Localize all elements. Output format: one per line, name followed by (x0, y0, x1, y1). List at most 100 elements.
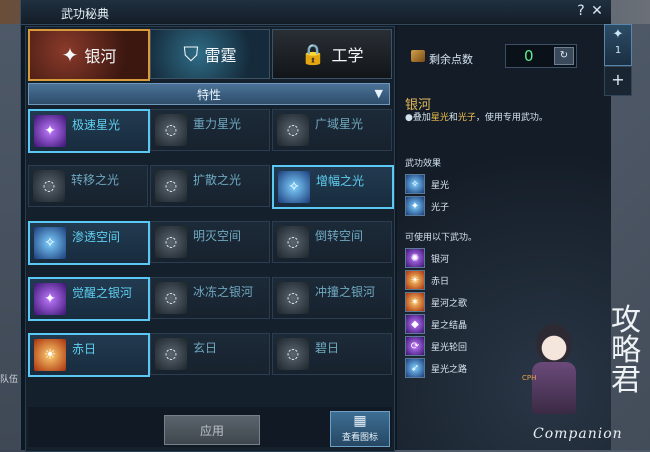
galaxy-icon: ✦ (612, 27, 624, 42)
tab-galaxy[interactable]: ✦ 银河 (28, 29, 150, 81)
skill-name: 广域星光 (315, 117, 364, 131)
mascot-watermark: CPH (518, 318, 604, 422)
desc-post: ，使用专用武功。 (475, 113, 548, 123)
tab-engineering[interactable]: 🔒 工学 (272, 29, 392, 79)
skill-card[interactable]: ◌ 扩散之光 (150, 165, 270, 207)
grid-icon: ▦ (353, 413, 367, 429)
grey-galaxy-icon: ◌ (277, 282, 309, 314)
window-title: 武功秘典 (61, 7, 110, 21)
side-tab-label: 1 (614, 45, 622, 56)
points-label: 剩余点数 (429, 53, 473, 66)
points-book-icon (411, 50, 425, 62)
skill-card[interactable]: ✧ 渗透空间 (28, 221, 150, 265)
usable-label: 星光轮回 (431, 342, 468, 353)
skill-name: 觉醒之银河 (72, 286, 133, 300)
galaxy-skill-icon: ✺ (405, 248, 425, 268)
tab-label: 银河 (84, 47, 117, 66)
purple-galaxy-icon: ✦ (34, 283, 66, 315)
grey-light-icon: ◌ (33, 170, 65, 202)
usable-item: ➶ 星光之路 (405, 358, 467, 378)
effect-label: 光子 (431, 202, 450, 213)
skill-name: 转移之光 (71, 173, 120, 187)
skill-card[interactable]: ◌ 重力星光 (150, 109, 270, 151)
title-bar: 武功秘典 ? ✕ (21, 0, 611, 25)
add-tab-button[interactable]: + (604, 66, 632, 96)
usable-title: 可使用以下武功。 (405, 233, 478, 243)
view-icon-label: 查看图标 (341, 433, 378, 443)
skill-card[interactable]: ◌ 玄日 (150, 333, 270, 375)
help-icon[interactable]: ? (573, 3, 589, 19)
skill-card[interactable]: ◌ 碧日 (272, 333, 392, 375)
photon-icon: ✦ (405, 196, 425, 216)
star-song-icon: ✶ (405, 292, 425, 312)
skill-card[interactable]: ◌ 明灭空间 (150, 221, 270, 263)
tab-label: 雷霆 (204, 46, 237, 65)
skill-card[interactable]: ◌ 转移之光 (28, 165, 148, 207)
skill-card[interactable]: ◌ 倒转空间 (272, 221, 392, 263)
trait-dropdown[interactable]: 特性 ▼ (28, 83, 390, 105)
game-left-strip (0, 24, 20, 450)
skill-name: 极速星光 (72, 118, 121, 132)
skill-panel: ✦ 银河 ⛉ 雷霆 🔒 工学 特性 ▼ ✦ 极速星光 ◌ 重力星光 ◌ 广域星光 ◌ 转移之光… (25, 26, 395, 452)
blue-space-icon: ✧ (34, 227, 66, 259)
skill-name: 碧日 (315, 341, 340, 355)
apply-button[interactable]: 应用 (164, 415, 260, 445)
close-icon[interactable]: ✕ (589, 3, 605, 19)
mascot-badge: CPH (522, 374, 537, 382)
desc-pre: ●叠加 (405, 113, 431, 123)
usable-item: ☀ 赤日 (405, 270, 449, 290)
usable-item: ✺ 银河 (405, 248, 449, 268)
reset-icon[interactable]: ↻ (554, 47, 574, 65)
skill-name: 冲撞之银河 (315, 285, 376, 299)
dropdown-value: 特性 (196, 87, 221, 102)
usable-item: ✶ 星河之歌 (405, 292, 467, 312)
mascot-body (532, 362, 576, 414)
skill-name: 扩散之光 (193, 173, 242, 187)
star-crystal-icon: ◆ (405, 314, 425, 334)
calligraphy-watermark: 攻略君 (611, 303, 641, 398)
thunder-shield-icon: ⛉ (183, 42, 199, 66)
effect-item: ✧ 星光 (405, 174, 449, 194)
effects-title: 武功效果 (405, 159, 442, 169)
blue-light-icon: ✧ (278, 171, 310, 203)
grey-star-icon: ◌ (277, 114, 309, 146)
side-tab-1[interactable]: ✦ 1 (604, 24, 632, 66)
party-label: 队伍 (0, 375, 19, 385)
chevron-down-icon: ▼ (374, 87, 383, 100)
lock-icon: 🔒 (300, 42, 326, 66)
skill-card[interactable]: ✦ 极速星光 (28, 109, 150, 153)
usable-label: 赤日 (431, 276, 450, 287)
skill-card[interactable]: ◌ 冰冻之银河 (150, 277, 270, 319)
skill-name: 重力星光 (193, 117, 242, 131)
usable-item: ◆ 星之结晶 (405, 314, 467, 334)
usable-label: 星河之歌 (431, 298, 468, 309)
galaxy-icon: ✦ (61, 43, 79, 67)
skill-name: 倒转空间 (315, 229, 364, 243)
skill-card[interactable]: ◌ 冲撞之银河 (272, 277, 392, 319)
skill-card[interactable]: ✧ 增幅之光 (272, 165, 394, 209)
starlight-icon: ✧ (405, 174, 425, 194)
tab-thunder[interactable]: ⛉ 雷霆 (150, 29, 270, 79)
desc-highlight-starlight: 星光 (430, 113, 449, 123)
skill-card[interactable]: ◌ 广域星光 (272, 109, 392, 151)
grey-space-icon: ◌ (277, 226, 309, 258)
view-icon-button[interactable]: ▦ 查看图标 (330, 411, 390, 447)
grey-sun-icon: ◌ (155, 338, 187, 370)
skill-card[interactable]: ☀ 赤日 (28, 333, 150, 377)
usable-label: 银河 (431, 254, 450, 265)
purple-star-icon: ✦ (34, 115, 66, 147)
grey-space-icon: ◌ (155, 226, 187, 258)
star-cycle-icon: ⟳ (405, 336, 425, 356)
skill-card[interactable]: ✦ 觉醒之银河 (28, 277, 150, 321)
star-road-icon: ➶ (405, 358, 425, 378)
effect-item: ✦ 光子 (405, 196, 449, 216)
action-bar: 应用 ▦ 查看图标 (28, 407, 392, 447)
skill-name: 冰冻之银河 (193, 285, 254, 299)
sun-skill-icon: ☀ (405, 270, 425, 290)
desc-highlight-photon: 光子 (457, 113, 476, 123)
skill-name: 增幅之光 (316, 174, 365, 188)
grey-star-icon: ◌ (155, 114, 187, 146)
effect-label: 星光 (431, 180, 450, 191)
points-value: 0 (524, 47, 534, 65)
usable-item: ⟳ 星光轮回 (405, 336, 467, 356)
